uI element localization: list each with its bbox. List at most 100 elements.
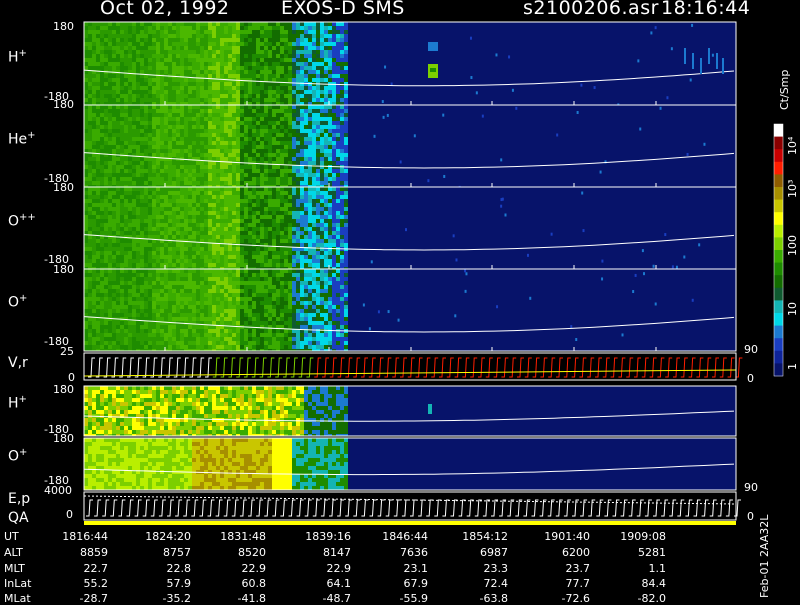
heatmap-cell [100, 231, 104, 235]
heatmap-cell [204, 223, 208, 227]
heatmap-cell [156, 313, 160, 317]
heatmap-cell [108, 98, 112, 102]
heatmap-cell [116, 309, 120, 313]
heatmap-cell [164, 38, 168, 42]
heatmap-cell [280, 58, 284, 62]
spectrogram-figure [83, 21, 784, 525]
heatmap-cell [92, 297, 96, 301]
heatmap-cell [204, 62, 208, 66]
heatmap-cell [124, 26, 128, 30]
heatmap-cell [84, 105, 88, 109]
heatmap-cell [240, 66, 244, 70]
heatmap-cell [344, 235, 348, 239]
heatmap-cell [164, 247, 168, 251]
heatmap-cell [304, 173, 308, 177]
heatmap-cell [160, 165, 164, 169]
heatmap-cell [108, 187, 112, 191]
heatmap-cell [212, 277, 216, 281]
heatmap-cell [144, 94, 148, 98]
heatmap-cell [316, 54, 320, 58]
heatmap-cell [200, 341, 204, 345]
heatmap-cell [152, 187, 156, 191]
heatmap-cell [200, 86, 204, 90]
heatmap-cell [300, 78, 304, 82]
heatmap-cell [324, 125, 328, 129]
heatmap-cell [172, 129, 176, 133]
heatmap-cell [240, 223, 244, 227]
heatmap-cell [132, 157, 136, 161]
heatmap-cell [116, 305, 120, 309]
heatmap-cell [120, 22, 124, 26]
heatmap-cell [148, 207, 152, 211]
heatmap-cell [164, 161, 168, 165]
heatmap-cell [108, 173, 112, 177]
heatmap-cell [336, 187, 340, 191]
heatmap-cell [212, 273, 216, 277]
heatmap-cell [172, 66, 176, 70]
heatmap-cell [296, 121, 300, 125]
heatmap-cell [104, 239, 108, 243]
heatmap-cell [148, 211, 152, 215]
heatmap-cell [180, 191, 184, 195]
heatmap-cell [112, 42, 116, 46]
heatmap-cell [224, 94, 228, 98]
heatmap-cell [320, 46, 324, 50]
heatmap-cell [320, 223, 324, 227]
heatmap-cell [104, 145, 108, 149]
heatmap-cell [300, 54, 304, 58]
heatmap-cell [184, 301, 188, 305]
heatmap-cell [312, 251, 316, 255]
heatmap-cell [312, 207, 316, 211]
heatmap-cell [320, 50, 324, 54]
heatmap-cell [124, 137, 128, 141]
heatmap-cell [220, 181, 224, 185]
heatmap-cell [156, 177, 160, 181]
heatmap-cell [136, 269, 140, 273]
heatmap-cell [136, 149, 140, 153]
heatmap-cell [108, 289, 112, 293]
heatmap-cell [84, 199, 88, 203]
heatmap-cell [232, 54, 236, 58]
heatmap-cell [264, 235, 268, 239]
heatmap-cell [336, 207, 340, 211]
heatmap-cell [288, 109, 292, 113]
heatmap-cell [84, 251, 88, 255]
heatmap-cell [276, 46, 280, 50]
heatmap-cell [272, 231, 276, 235]
heatmap-cell [703, 142, 706, 146]
heatmap-cell [148, 145, 152, 149]
heatmap-cell [104, 78, 108, 82]
heatmap-cell [96, 199, 100, 203]
heatmap-cell [164, 239, 168, 243]
heatmap-cell [128, 289, 132, 293]
heatmap-cell [88, 297, 92, 301]
heatmap-cell [328, 199, 332, 203]
heatmap-cell [304, 70, 308, 74]
heatmap-cell [276, 42, 280, 46]
heatmap-cell [200, 251, 204, 255]
heatmap-cell [200, 74, 204, 78]
heatmap-cell [320, 86, 324, 90]
heatmap-cell [264, 70, 268, 74]
heatmap-cell [136, 333, 140, 337]
heatmap-cell [192, 187, 196, 191]
heatmap-cell [336, 203, 340, 207]
heatmap-cell [88, 207, 92, 211]
heatmap-cell [292, 199, 296, 203]
heatmap-cell [96, 82, 100, 86]
heatmap-cell [332, 109, 336, 113]
heatmap-cell [92, 255, 96, 259]
heatmap-cell [120, 149, 124, 153]
heatmap-cell [228, 121, 232, 125]
heatmap-cell [208, 86, 212, 90]
heatmap-cell [252, 231, 256, 235]
heatmap-cell [216, 38, 220, 42]
heatmap-cell [104, 321, 108, 325]
heatmap-cell [104, 215, 108, 219]
heatmap-cell [224, 277, 228, 281]
heatmap-cell [160, 277, 164, 281]
heatmap-cell [148, 173, 152, 177]
heatmap-cell [212, 341, 216, 345]
heatmap-cell [96, 345, 100, 349]
heatmap-cell [168, 289, 172, 293]
